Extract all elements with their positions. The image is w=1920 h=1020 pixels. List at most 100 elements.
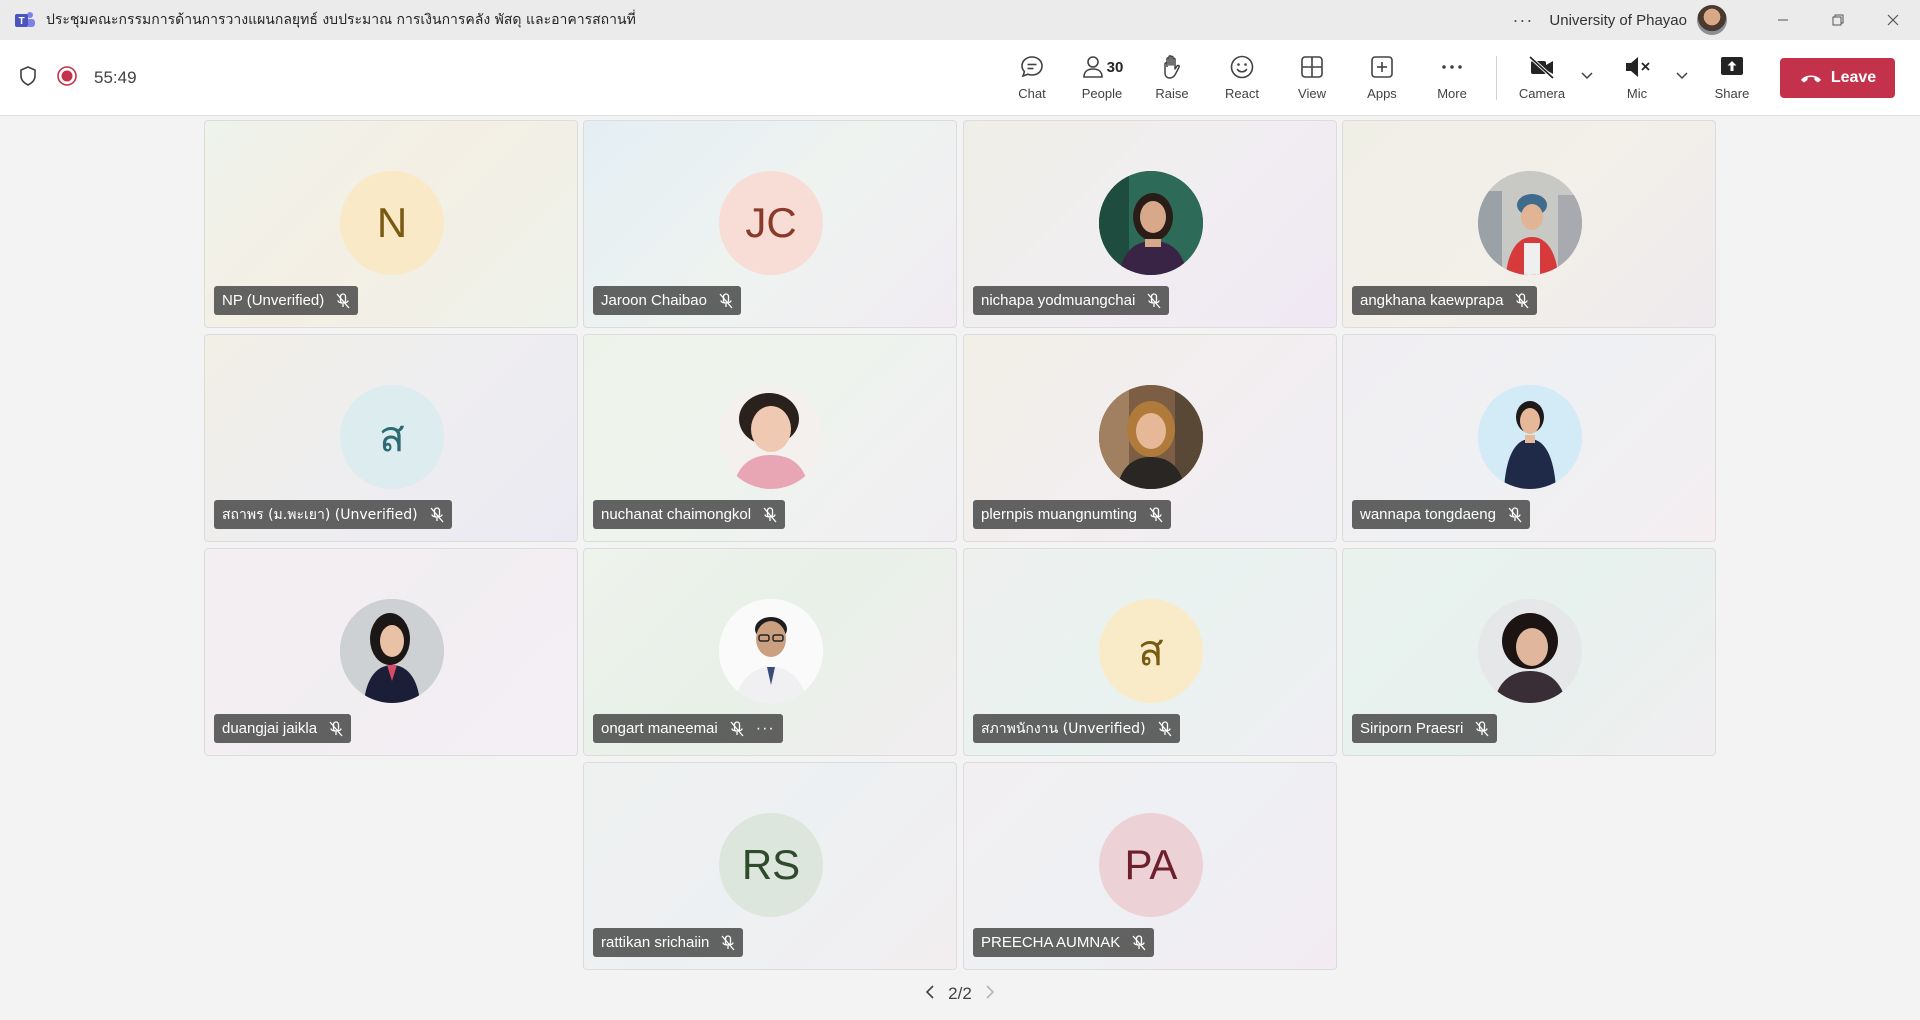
camera-options-chevron-icon[interactable]: [1580, 68, 1594, 87]
participant-name: wannapa tongdaeng: [1360, 506, 1496, 523]
more-button[interactable]: More: [1420, 52, 1484, 108]
shield-icon[interactable]: [18, 65, 38, 92]
view-label: View: [1298, 86, 1326, 101]
meeting-toolbar: 55:49 Chat 30 People Raise React View Ap…: [0, 40, 1920, 116]
share-label: Share: [1714, 86, 1750, 101]
name-label: rattikan srichaiin: [593, 928, 744, 957]
participant-tile[interactable]: ส สภาพนักงาน (Unverified): [963, 548, 1337, 756]
view-button[interactable]: View: [1280, 52, 1344, 108]
name-label: PREECHA AUMNAK: [973, 928, 1155, 957]
people-label: People: [1081, 86, 1123, 101]
profile-photo: [1478, 171, 1582, 275]
mic-muted-icon: [763, 506, 777, 523]
participant-name: Siriporn Praesri: [1360, 720, 1464, 737]
camera-button[interactable]: Camera: [1510, 52, 1574, 108]
participant-tile[interactable]: duangjai jaikla: [204, 548, 578, 756]
mic-muted-icon: [719, 292, 733, 309]
meeting-timer: 55:49: [94, 68, 137, 87]
avatar-initials: ส: [1138, 626, 1164, 675]
participant-tile[interactable]: wannapa tongdaeng: [1342, 334, 1716, 542]
participant-tile[interactable]: ส สถาพร (ม.พะเยา) (Unverified): [204, 334, 578, 542]
initials-avatar: ส: [1099, 599, 1203, 703]
participant-tile[interactable]: N NP (Unverified): [204, 120, 578, 328]
react-button[interactable]: React: [1210, 52, 1274, 108]
grid-view-icon: [1299, 52, 1325, 82]
mic-muted-icon: [1147, 292, 1161, 309]
profile-photo: [719, 599, 823, 703]
participant-tile[interactable]: nuchanat chaimongkol: [583, 334, 957, 542]
toolbar-divider: [1496, 56, 1497, 100]
share-button[interactable]: Share: [1700, 52, 1764, 108]
avatar-initials: JC: [745, 199, 797, 246]
organization-name[interactable]: University of Phayao: [1549, 12, 1687, 29]
profile-photo: [1478, 599, 1582, 703]
participant-tile[interactable]: Siriporn Praesri: [1342, 548, 1716, 756]
participant-tile[interactable]: JC Jaroon Chaibao: [583, 120, 957, 328]
participant-tile[interactable]: nichapa yodmuangchai: [963, 120, 1337, 328]
people-button[interactable]: 30 People: [1070, 52, 1134, 108]
name-label: wannapa tongdaeng: [1352, 500, 1530, 529]
participant-tile[interactable]: PA PREECHA AUMNAK: [963, 762, 1337, 970]
chat-label: Chat: [1018, 86, 1046, 101]
mic-muted-icon: [1475, 720, 1489, 737]
mic-muted-icon: [1622, 52, 1652, 82]
profile-photo: [1099, 385, 1203, 489]
avatar-initials: N: [376, 199, 408, 246]
initials-avatar: PA: [1099, 813, 1203, 917]
svg-text:T: T: [18, 16, 24, 27]
previous-page-chevron-icon[interactable]: [924, 984, 936, 1005]
participant-name: สถาพร (ม.พะเยา) (Unverified): [222, 506, 418, 523]
account-avatar[interactable]: [1697, 5, 1727, 35]
people-icon: 30: [1081, 52, 1123, 82]
raise-hand-icon: [1159, 52, 1185, 82]
title-more-icon[interactable]: ···: [1512, 10, 1533, 31]
recording-indicator-icon: [56, 65, 78, 92]
participant-tile[interactable]: angkhana kaewprapa: [1342, 120, 1716, 328]
participant-name: nuchanat chaimongkol: [601, 506, 752, 523]
avatar-initials: ส: [379, 412, 405, 461]
apps-button[interactable]: Apps: [1350, 52, 1414, 108]
name-label: Jaroon Chaibao: [593, 286, 741, 315]
participant-name: nichapa yodmuangchai: [981, 292, 1136, 309]
leave-label: Leave: [1830, 69, 1877, 86]
participant-tile[interactable]: RS rattikan srichaiin: [583, 762, 957, 970]
mic-muted-icon: [721, 934, 735, 951]
participant-more-icon[interactable]: ···: [756, 720, 775, 738]
participant-tile[interactable]: plernpis muangnumting: [963, 334, 1337, 542]
initials-avatar: RS: [719, 813, 823, 917]
page-indicator: 2/2: [948, 984, 972, 1003]
raise-hand-button[interactable]: Raise: [1140, 52, 1204, 108]
mic-muted-icon: [1158, 720, 1172, 737]
raise-label: Raise: [1155, 86, 1189, 101]
profile-photo: [1478, 385, 1582, 489]
react-label: React: [1225, 86, 1259, 101]
mic-muted-icon: [730, 720, 744, 737]
mic-muted-icon: [336, 292, 350, 309]
chat-button[interactable]: Chat: [1000, 52, 1064, 108]
chat-icon: [1018, 52, 1046, 82]
initials-avatar: JC: [719, 171, 823, 275]
share-screen-icon: [1718, 52, 1746, 82]
mic-button[interactable]: Mic: [1605, 52, 1669, 108]
participant-name: plernpis muangnumting: [981, 506, 1137, 523]
mic-muted-icon: [1508, 506, 1522, 523]
restore-button[interactable]: [1810, 0, 1865, 40]
name-label: plernpis muangnumting: [973, 500, 1171, 529]
mic-options-chevron-icon[interactable]: [1675, 68, 1689, 87]
close-button[interactable]: [1865, 0, 1920, 40]
profile-photo: [1099, 171, 1203, 275]
participant-tile[interactable]: ongart maneemai ···: [583, 548, 957, 756]
mic-muted-icon: [1149, 506, 1163, 523]
minimize-button[interactable]: [1755, 0, 1810, 40]
leave-button[interactable]: Leave: [1780, 58, 1895, 98]
initials-avatar: ส: [340, 385, 444, 489]
teams-logo-icon: T: [14, 11, 36, 29]
participant-name: NP (Unverified): [222, 292, 325, 309]
mic-muted-icon: [1515, 292, 1529, 309]
name-label: สถาพร (ม.พะเยา) (Unverified): [214, 500, 452, 529]
name-label: angkhana kaewprapa: [1352, 286, 1538, 315]
next-page-chevron-icon[interactable]: [984, 984, 996, 1005]
name-label: NP (Unverified): [214, 286, 359, 315]
name-label: สภาพนักงาน (Unverified): [973, 714, 1180, 743]
name-label: ongart maneemai ···: [593, 714, 783, 743]
